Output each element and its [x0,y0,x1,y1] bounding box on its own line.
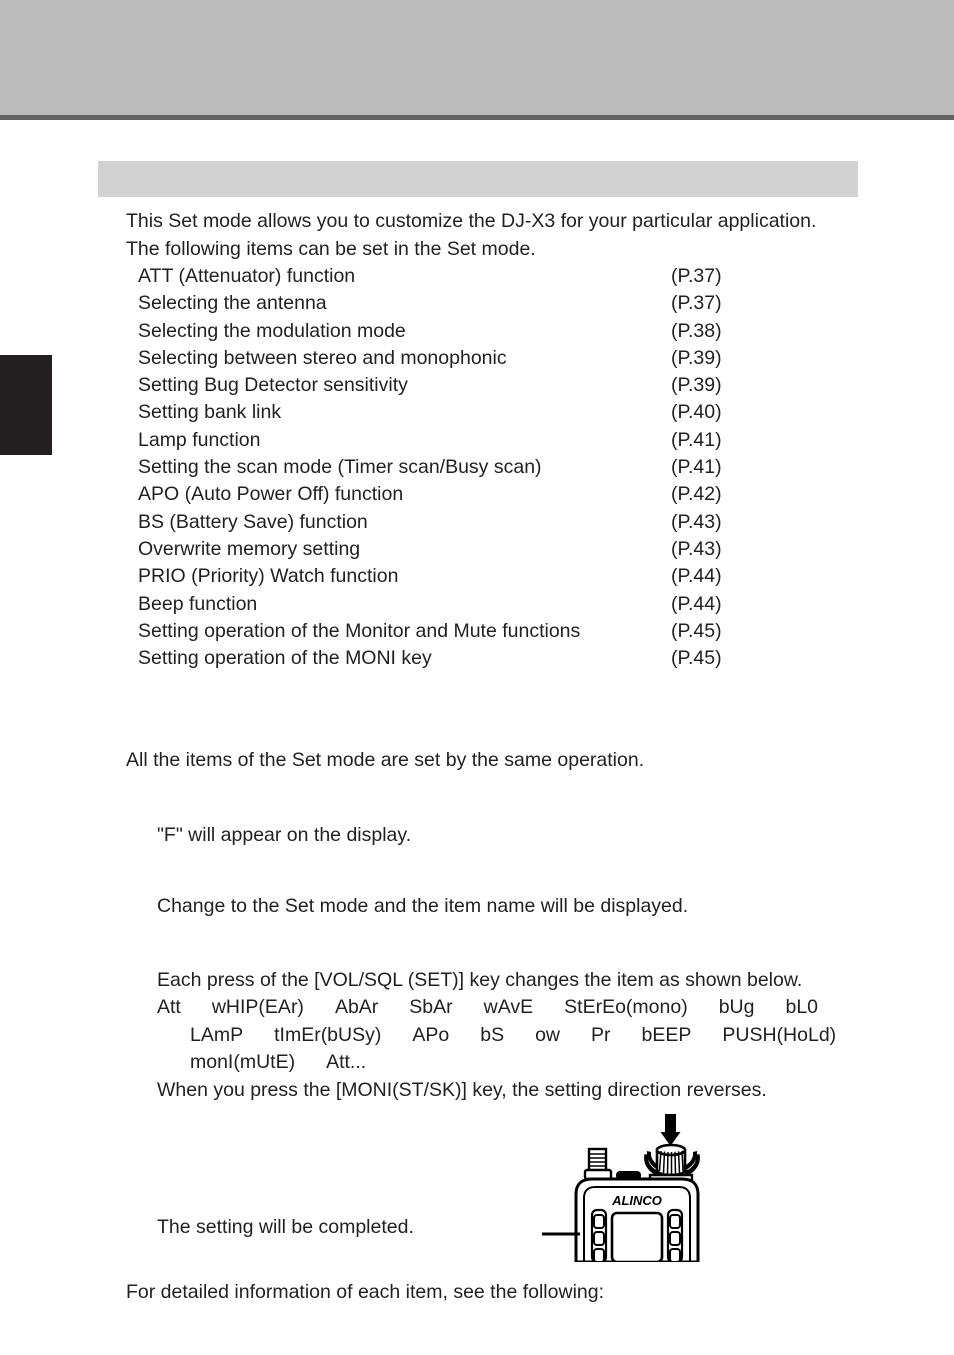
item-label: Setting operation of the MONI key [138,647,432,670]
intro-paragraph: This Set mode allows you to customize th… [0,205,954,263]
intro-line-1: This Set mode allows you to customize th… [126,210,817,232]
seq-token: bL0 [785,996,819,1019]
item-label: Overwrite memory setting [138,537,361,560]
page-top-decorative-band [0,0,954,115]
list-item: ATT (Attenuator) function (P.37) [138,263,954,290]
list-item: Selecting between stereo and monophonic … [138,345,954,372]
item-page-ref: (P.41) [671,428,722,451]
item-label: BS (Battery Save) function [138,510,368,533]
item-page-ref: (P.45) [671,619,722,642]
item-page-ref: (P.39) [671,374,722,397]
item-label: Selecting the antenna [138,292,327,315]
seq-token: SbAr [409,996,453,1019]
item-page-ref: (P.43) [671,537,722,560]
list-item: Selecting the modulation mode (P.38) [138,318,954,345]
step-3-note: When you press the [MONI(ST/SK)] key, th… [157,1078,767,1101]
item-label: Setting Bug Detector sensitivity [138,374,408,397]
list-item: PRIO (Priority) Watch function (P.44) [138,563,954,590]
list-item: BS (Battery Save) function (P.43) [138,509,954,536]
item-page-ref: (P.37) [671,292,722,315]
item-label: ATT (Attenuator) function [138,265,356,287]
set-mode-sequence-line-1: Att wHIP(EAr) AbAr SbAr wAvE StErEo(mono) bUg b… [157,994,954,1022]
step-3-block: Each press of the [VOL/SQL (SET)] key ch… [0,967,954,1105]
brand-wordmark: ALINCO [611,1193,662,1208]
step-4-text: The setting will be completed. [157,1216,414,1239]
right-key-column [666,1208,684,1262]
item-page-ref: (P.40) [671,401,722,424]
item-page-ref: (P.41) [671,456,722,479]
item-page-ref: (P.44) [671,592,722,615]
page-top-horizontal-rule [0,115,954,120]
seq-token: StErEo(mono) [564,996,688,1019]
seq-token: wAvE [483,996,534,1019]
seq-token: wHIP(EAr) [211,996,304,1019]
item-page-ref: (P.39) [671,346,722,369]
item-page-ref: (P.44) [671,565,722,588]
list-item: Setting operation of the Monitor and Mut… [138,618,954,645]
item-label: Setting the scan mode (Timer scan/Busy s… [138,456,542,479]
closing-text: For detailed information of each item, s… [126,1280,605,1303]
list-item: Setting operation of the MONI key (P.45) [138,645,954,672]
set-mode-sequence-line-3: monI(mUtE) Att... [157,1049,954,1077]
seq-token: AbAr [334,996,379,1019]
step-1-text: "F" will appear on the display. [157,823,412,846]
press-down-arrow-icon [660,1114,681,1146]
seq-token: bS [480,1023,505,1046]
page-content: This Set mode allows you to customize th… [0,205,954,1306]
lcd-display [610,1211,664,1262]
seq-token: ow [535,1023,561,1046]
antenna-connector [583,1147,613,1181]
item-label: APO (Auto Power Off) function [138,483,404,506]
seq-token: monI(mUtE) [190,1051,296,1074]
item-page-ref: (P.42) [671,483,722,506]
item-label: Selecting between stereo and monophonic [138,346,507,369]
item-label: Setting operation of the Monitor and Mut… [138,619,581,642]
list-item: Lamp function (P.41) [138,427,954,454]
seq-token: bEEP [641,1023,692,1046]
item-page-ref: (P.45) [671,647,722,670]
intro-line-2: The following items can be set in the Se… [126,237,536,260]
item-page-ref: (P.43) [671,510,722,533]
item-label: PRIO (Priority) Watch function [138,565,399,588]
section-title [98,161,858,173]
seq-token: Pr [591,1023,611,1046]
item-label: Lamp function [138,428,261,451]
list-item: Setting Bug Detector sensitivity (P.39) [138,372,954,399]
item-page-ref: (P.37) [671,265,722,287]
seq-token: APo [412,1023,450,1046]
item-label: Beep function [138,592,258,615]
item-label: Setting bank link [138,401,282,424]
list-item: Beep function (P.44) [138,591,954,618]
seq-token: PUSH(HoLd) [722,1023,837,1046]
set-mode-item-list: ATT (Attenuator) function (P.37) Selecti… [0,263,954,672]
all-items-note: All the items of the Set mode are set by… [126,749,645,772]
list-item: Setting the scan mode (Timer scan/Busy s… [138,454,954,481]
tuning-knob [655,1143,687,1177]
list-item: Selecting the antenna (P.37) [138,290,954,317]
seq-token: tImEr(bUSy) [274,1023,382,1046]
seq-token: LAmP [190,1023,244,1046]
set-mode-sequence-line-2: LAmP tImEr(bUSy) APo bS ow Pr bEEP PUSH(HoLd) [157,1022,954,1050]
section-header-band [98,161,858,197]
list-item: Overwrite memory setting (P.43) [138,536,954,563]
step-2-text: Change to the Set mode and the item name… [157,895,689,918]
radio-diagram-svg: ALINCO [542,1114,700,1262]
item-page-ref: (P.38) [671,319,722,342]
seq-token: Att... [326,1051,367,1074]
left-key-column [590,1208,608,1262]
dj-x3-radio-illustration: ALINCO [540,1112,730,1262]
list-item: Setting bank link (P.40) [138,399,954,426]
item-label: Selecting the modulation mode [138,319,406,342]
list-item: APO (Auto Power Off) function (P.42) [138,481,954,508]
seq-token: Att [157,996,181,1019]
step-3-intro: Each press of the [VOL/SQL (SET)] key ch… [157,968,803,991]
seq-token: bUg [718,996,755,1019]
